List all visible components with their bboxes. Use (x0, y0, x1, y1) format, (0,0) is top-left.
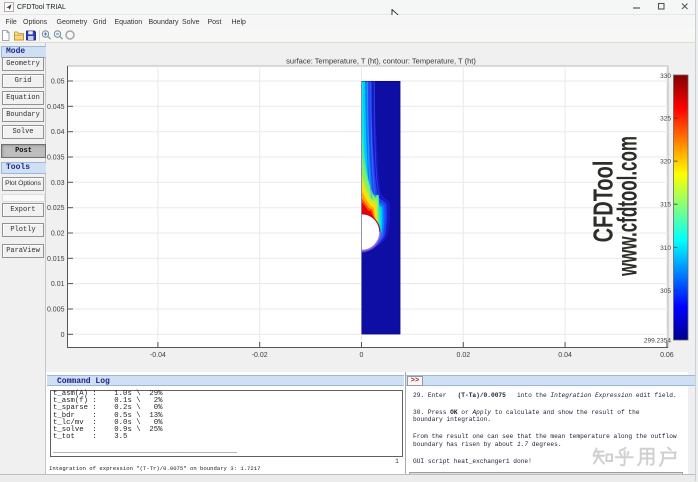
svg-text:0.04: 0.04 (558, 352, 572, 359)
svg-text:299.2354: 299.2354 (644, 338, 671, 345)
svg-text:0.06: 0.06 (660, 352, 674, 359)
svg-text:0.02: 0.02 (51, 231, 65, 238)
svg-text:surface: Temperature, T (ht),: surface: Temperature, T (ht), contour: T… (286, 57, 476, 66)
svg-text:310: 310 (660, 245, 671, 252)
svg-text:0.025: 0.025 (47, 205, 65, 212)
svg-text:0.03: 0.03 (51, 180, 65, 187)
svg-text:0.02: 0.02 (456, 352, 470, 359)
svg-text:0.015: 0.015 (47, 256, 65, 263)
svg-text:-0.04: -0.04 (150, 352, 166, 359)
svg-text:-0.02: -0.02 (252, 352, 268, 359)
svg-text:0: 0 (360, 352, 364, 359)
svg-text:0.01: 0.01 (51, 281, 65, 288)
svg-text:0.045: 0.045 (47, 104, 65, 111)
svg-text:0.05: 0.05 (51, 79, 65, 86)
svg-text:0.035: 0.035 (47, 155, 65, 162)
svg-text:www.cfdtool.com: www.cfdtool.com (611, 136, 642, 277)
svg-text:330: 330 (660, 73, 671, 80)
svg-text:325: 325 (660, 116, 671, 123)
svg-text:315: 315 (660, 202, 671, 209)
svg-text:305: 305 (660, 288, 671, 295)
svg-text:0: 0 (61, 332, 65, 339)
svg-text:0.005: 0.005 (47, 307, 65, 314)
svg-text:320: 320 (660, 159, 671, 166)
svg-text:0.04: 0.04 (51, 129, 65, 136)
